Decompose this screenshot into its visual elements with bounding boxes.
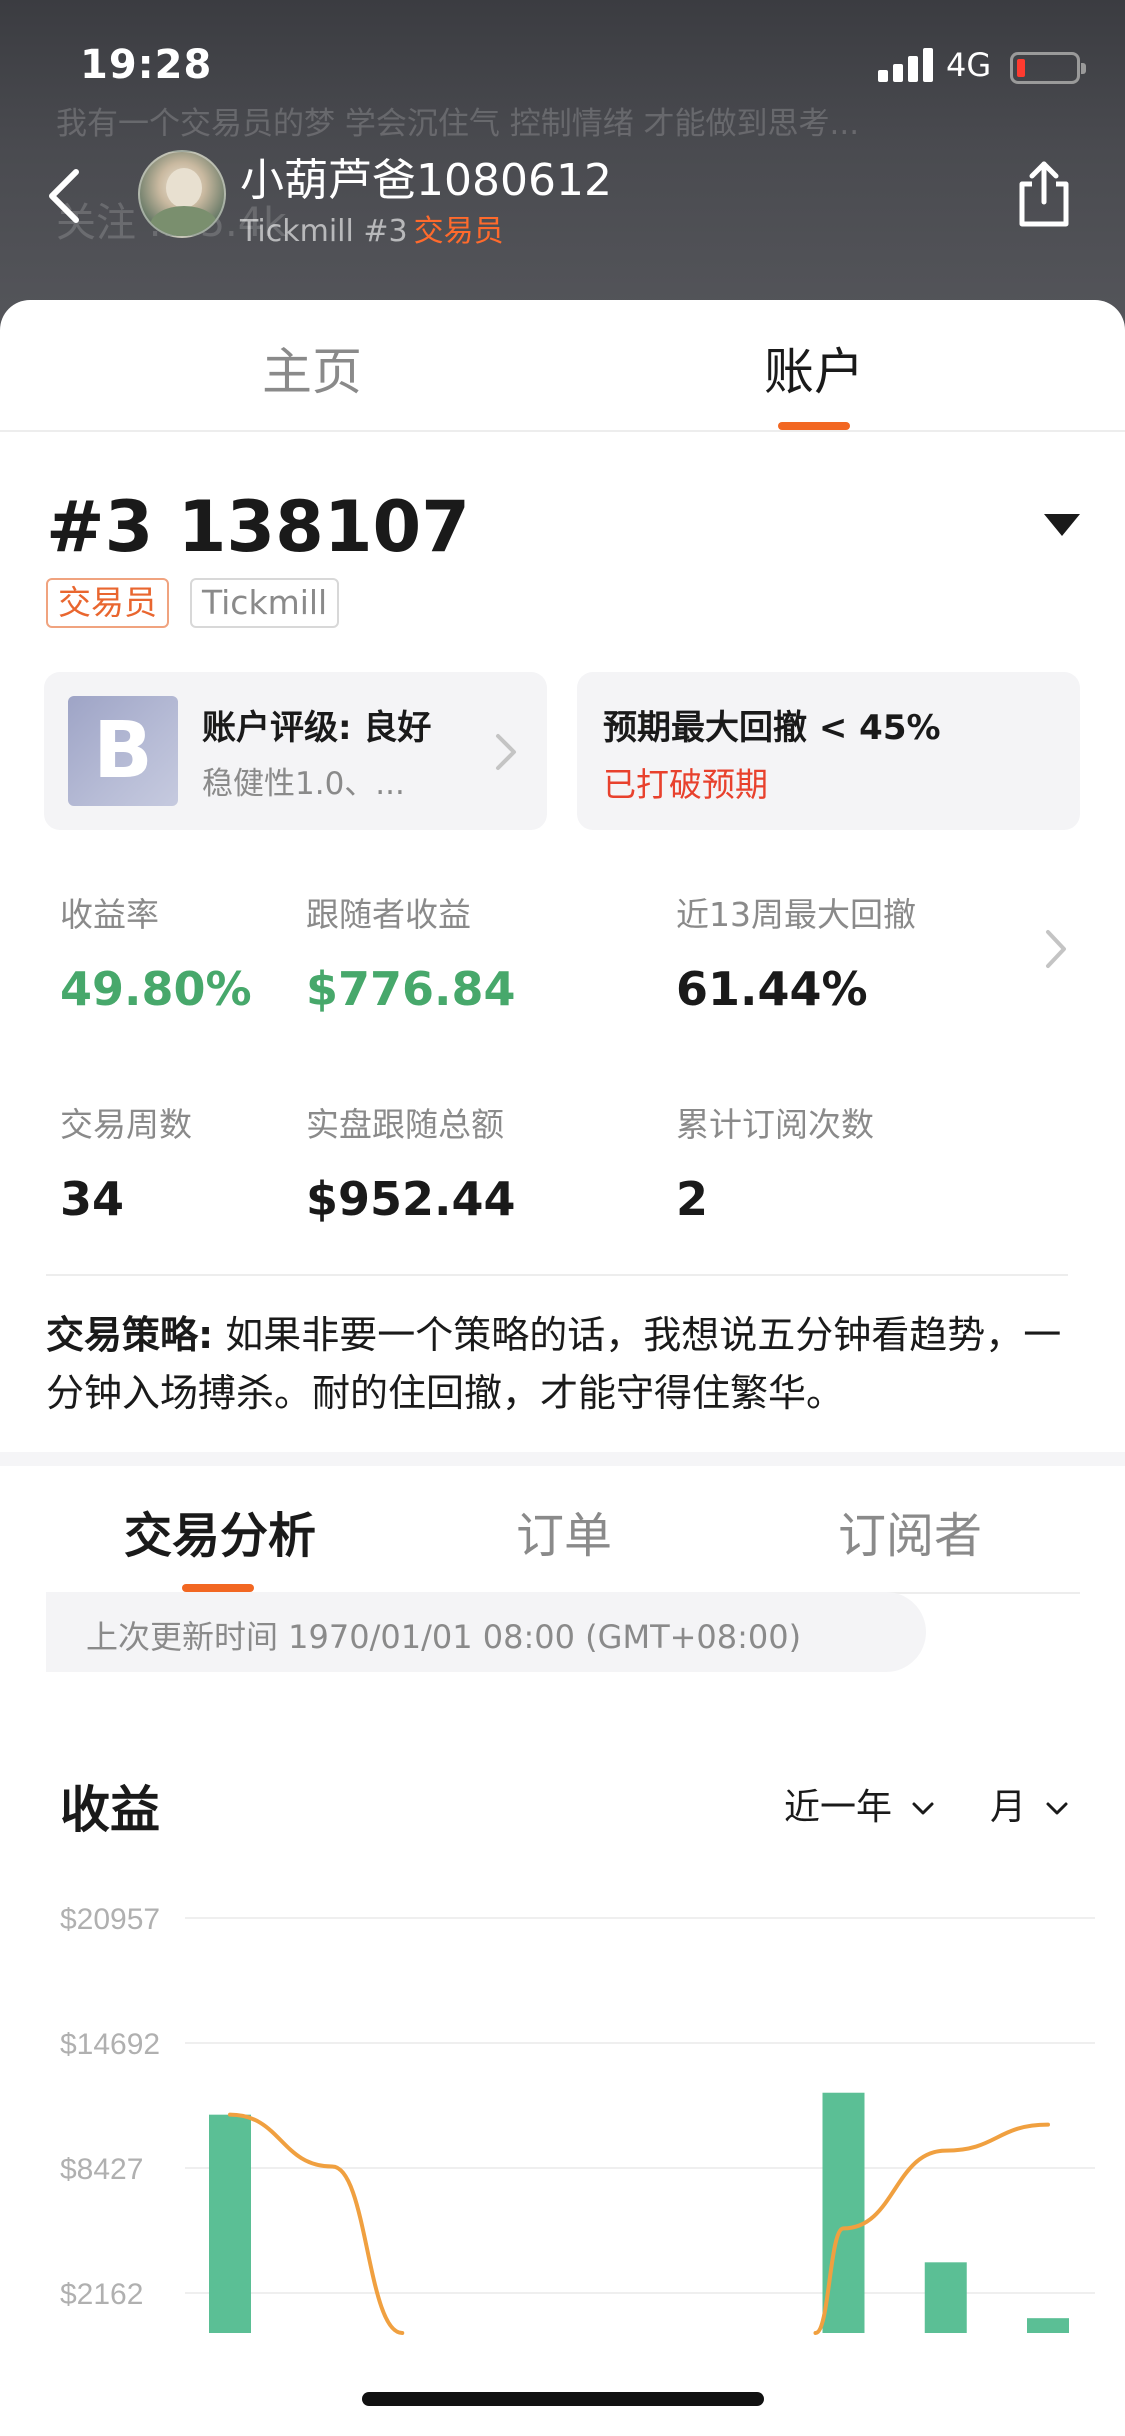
account-dropdown-caret-icon[interactable] [1044, 514, 1080, 536]
drawdown-label: 预期最大回撤 < 45% [603, 708, 941, 748]
stat-label: 近13周最大回撤 [676, 895, 916, 934]
battery-icon [1010, 52, 1086, 84]
top-tabs: 主页 账户 [0, 300, 1125, 432]
stat-value: $776.84 [306, 962, 516, 1016]
user-name: 小葫芦爸1080612 [240, 155, 612, 206]
avatar[interactable] [138, 150, 226, 238]
tab-orders[interactable]: 订单 [516, 1496, 612, 1566]
tag-trader: 交易员 [46, 578, 169, 628]
rating-card[interactable]: B 账户评级: 良好 稳健性1.0、... [44, 672, 547, 830]
status-bar: 19:28 4G [0, 0, 1125, 120]
stat-label: 交易周数 [60, 1105, 192, 1144]
network-label: 4G [946, 46, 992, 84]
rating-detail: 稳健性1.0、... [202, 766, 405, 802]
tab-trade-analysis[interactable]: 交易分析 [124, 1496, 316, 1566]
share-icon [1019, 161, 1069, 227]
rating-label: 账户评级: 良好 [202, 708, 432, 748]
stat-value: 49.80% [60, 962, 252, 1016]
status-time: 19:28 [80, 42, 213, 88]
stat-value: $952.44 [306, 1172, 516, 1226]
drawdown-card: 预期最大回撤 < 45% 已打破预期 [577, 672, 1080, 830]
profit-chart: $20957 $14692 $8427 $2162 [60, 1903, 1095, 2335]
profile-header: 我有一个交易员的梦 学会沉住气 控制情绪 才能做到思考... 关注 ... 5.… [0, 0, 1125, 340]
chart-y-tick-label: $2162 [60, 2278, 143, 2311]
stat-value: 2 [676, 1172, 709, 1226]
strategy-label: 交易策略: [46, 1313, 214, 1357]
back-button[interactable] [36, 160, 96, 232]
chevron-right-icon [496, 734, 516, 770]
stat-value: 34 [60, 1172, 125, 1226]
update-time-text: 上次更新时间 1970/01/01 08:00 (GMT+08:00) [86, 1618, 802, 1656]
chart-bar [209, 2114, 251, 2333]
tab-subscribers[interactable]: 订阅者 [838, 1496, 982, 1566]
chart-bar [1027, 2318, 1069, 2333]
tab-home[interactable]: 主页 [262, 332, 362, 404]
section-gap [0, 1452, 1125, 1466]
chart-y-tick-label: $8427 [60, 2153, 143, 2186]
tab-active-indicator [778, 422, 850, 430]
account-title: #3 138107 [46, 486, 470, 568]
broker-label: Tickmill #3 [240, 214, 408, 249]
chart-y-tick-label: $20957 [60, 1903, 160, 1936]
signal-icon [878, 48, 936, 82]
stat-label: 跟随者收益 [306, 895, 471, 934]
stat-label: 收益率 [60, 895, 159, 934]
rating-badge: B [68, 696, 178, 806]
strategy-text: 交易策略: 如果非要一个策略的话，我想说五分钟看趋势，一分钟入场搏杀。耐的住回撤… [46, 1306, 1076, 1422]
divider [46, 1274, 1068, 1276]
role-label: 交易员 [413, 214, 504, 249]
chart-bar [924, 2262, 967, 2333]
user-subtitle: Tickmill #3 交易员 [240, 206, 504, 250]
drawdown-status: 已打破预期 [603, 765, 768, 804]
chart-line-series [228, 2112, 405, 2335]
stats-chevron-right-icon[interactable] [1036, 918, 1076, 980]
tag-broker: Tickmill [190, 578, 340, 628]
chevron-left-icon [49, 169, 79, 223]
chart-y-tick-label: $14692 [60, 2028, 160, 2061]
home-indicator [362, 2392, 764, 2406]
stat-label: 实盘跟随总额 [306, 1105, 504, 1144]
tab-account[interactable]: 账户 [764, 332, 864, 404]
stat-label: 累计订阅次数 [676, 1105, 874, 1144]
share-button[interactable] [1012, 158, 1076, 230]
stat-value: 61.44% [676, 962, 868, 1016]
